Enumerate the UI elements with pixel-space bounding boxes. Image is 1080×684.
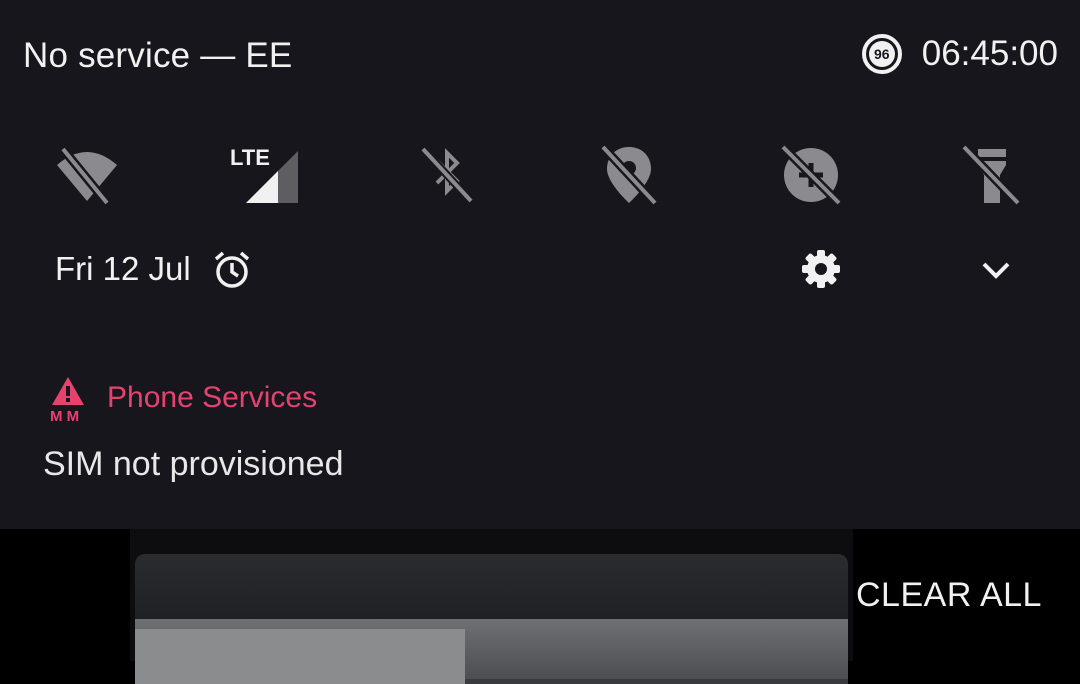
notification-app-name: Phone Services bbox=[107, 381, 318, 414]
recent-app-card[interactable] bbox=[130, 529, 853, 684]
location-off-icon bbox=[599, 143, 659, 207]
wifi-off-icon bbox=[57, 146, 117, 206]
phone-services-warning-icon: M M bbox=[50, 377, 84, 421]
lte-signal-icon: LTE bbox=[230, 145, 298, 203]
settings-gear-icon[interactable] bbox=[800, 248, 842, 290]
chevron-down-icon[interactable] bbox=[978, 252, 1014, 288]
tile-flashlight[interactable] bbox=[957, 140, 1027, 210]
alarm-icon[interactable] bbox=[212, 250, 252, 290]
bluetooth-off-icon bbox=[420, 146, 474, 204]
tile-location[interactable] bbox=[594, 140, 664, 210]
quick-settings-tiles: LTE bbox=[0, 140, 1080, 210]
data-saver-off-icon bbox=[779, 143, 843, 207]
battery-icon: 96 bbox=[861, 34, 902, 74]
carrier-label: No service — EE bbox=[23, 36, 293, 75]
tile-bluetooth[interactable] bbox=[412, 140, 482, 210]
flashlight-off-icon bbox=[960, 143, 1022, 207]
tile-wifi[interactable] bbox=[52, 140, 122, 210]
status-clock: 06:45:00 bbox=[921, 34, 1058, 73]
clear-all-button[interactable]: CLEAR ALL bbox=[856, 576, 1042, 615]
notification-card[interactable]: M M Phone Services SIM not provisioned bbox=[0, 370, 1080, 500]
battery-level: 96 bbox=[868, 41, 895, 67]
svg-text:M M: M M bbox=[50, 408, 79, 421]
notification-text: SIM not provisioned bbox=[43, 445, 344, 483]
recent-app-thumbnail[interactable] bbox=[135, 554, 848, 684]
date-label[interactable]: Fri 12 Jul bbox=[55, 250, 191, 288]
lte-label: LTE bbox=[230, 145, 270, 170]
date-row: Fri 12 Jul bbox=[0, 244, 1080, 294]
notification-shade: No service — EE 96 06:45:00 LTE Fri 12 J… bbox=[0, 0, 1080, 529]
tile-data-saver[interactable] bbox=[776, 140, 846, 210]
tile-mobile-data[interactable]: LTE bbox=[230, 140, 306, 210]
thumbnail-content-panel bbox=[135, 629, 465, 684]
status-right: 96 06:45:00 bbox=[861, 34, 1058, 74]
